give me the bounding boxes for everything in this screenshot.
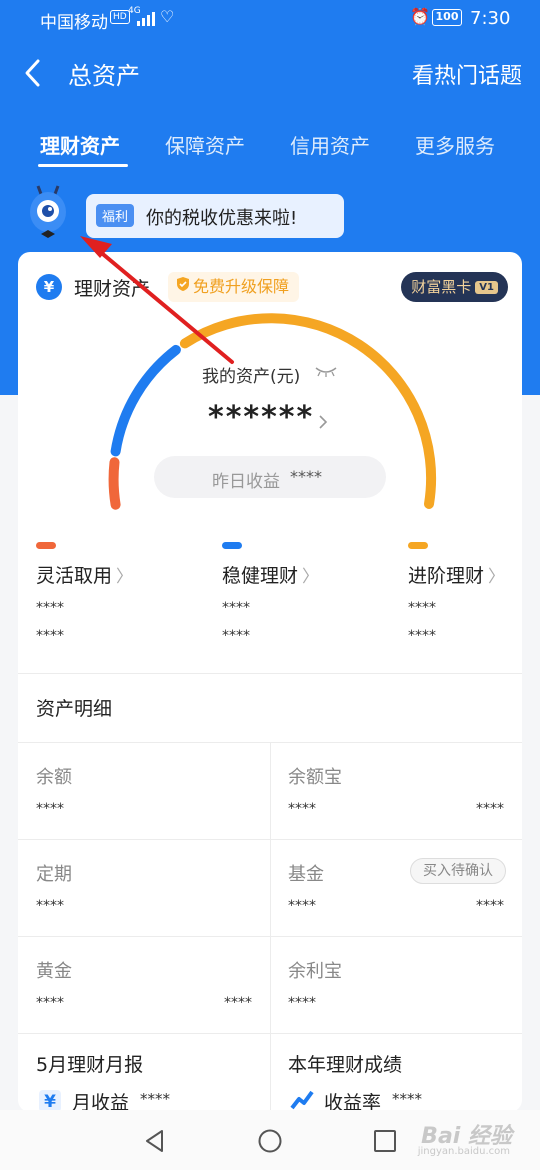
alarm-icon: ⏰: [410, 7, 430, 26]
navigation-bar: 总资产 看热门话题: [0, 36, 540, 110]
active-tab-indicator: [38, 164, 128, 167]
battery-icon: 100: [432, 9, 462, 26]
hd-badge: HD: [110, 10, 130, 24]
detail-label: 余利宝: [288, 961, 342, 982]
detail-label: 余额宝: [288, 767, 342, 788]
my-assets-label: 我的资产(元): [202, 367, 301, 387]
detail-value-secondary: ****: [224, 995, 252, 1011]
detail-value: ****: [36, 801, 64, 817]
back-triangle-icon[interactable]: [142, 1128, 168, 1154]
tab-credit-assets[interactable]: 信用资产: [290, 130, 370, 159]
category-color-bar: [408, 542, 428, 549]
detail-value-secondary: ****: [476, 898, 504, 914]
chevron-right-icon[interactable]: [318, 414, 328, 430]
detail-value: ****: [36, 995, 64, 1011]
report-value: ****: [140, 1090, 170, 1108]
tab-more-services[interactable]: 更多服务: [415, 130, 495, 159]
yen-report-icon: ¥: [39, 1090, 61, 1112]
category-value: ****: [222, 600, 250, 616]
mascot-icon[interactable]: [24, 184, 72, 240]
category-value: ****: [408, 600, 436, 616]
asset-details-title: 资产明细: [36, 698, 113, 720]
promo-bubble[interactable]: 福利 你的税收优惠来啦!: [86, 194, 344, 238]
detail-label: 黄金: [36, 961, 72, 982]
promo-text: 你的税收优惠来啦!: [146, 208, 298, 229]
category-name: 灵活取用: [36, 565, 113, 587]
category-value-secondary: ****: [36, 628, 64, 644]
welfare-tag: 福利: [96, 204, 135, 227]
detail-value-secondary: ****: [476, 801, 504, 817]
yesterday-earnings-pill[interactable]: 昨日收益 ****: [154, 456, 386, 498]
total-asset-value[interactable]: ******: [208, 400, 314, 435]
vertical-divider: [270, 743, 271, 1033]
detail-label: 基金: [288, 864, 324, 885]
asset-tabs: 理财资产 保障资产 信用资产 更多服务: [0, 124, 540, 170]
wealth-assets-card: ¥ 理财资产 免费升级保障 财富黑卡 V1 我的资产(元) ****** 昨日收益…: [18, 252, 522, 1112]
detail-value: ****: [288, 995, 316, 1011]
back-icon[interactable]: [22, 58, 46, 88]
chevron-right-icon: 〉: [488, 567, 506, 587]
category-value-secondary: ****: [222, 628, 250, 644]
detail-value: ****: [36, 898, 64, 914]
eye-closed-icon[interactable]: [314, 364, 338, 378]
tab-protection-assets[interactable]: 保障资产: [165, 130, 245, 159]
report-value: ****: [392, 1090, 422, 1108]
category-flexible[interactable]: 灵活取用〉 **** ****: [36, 542, 186, 644]
report-title: 5月理财月报: [36, 1054, 144, 1076]
watermark-url: jingyan.baidu.com: [417, 1146, 510, 1157]
home-circle-icon[interactable]: [257, 1128, 283, 1154]
report-label: 收益率: [324, 1092, 382, 1112]
trend-up-icon: [290, 1090, 314, 1110]
chevron-right-icon: 〉: [302, 567, 320, 587]
detail-label: 余额: [36, 767, 72, 788]
clock-time: 7:30: [470, 8, 511, 29]
signal-icon: [137, 12, 155, 26]
detail-yuebao[interactable]: 余额宝 **** ****: [270, 743, 522, 840]
category-stable[interactable]: 稳健理财〉 **** ****: [222, 542, 372, 644]
heart-icon: ♡: [160, 7, 175, 26]
recents-square-icon[interactable]: [372, 1128, 398, 1154]
category-color-bar: [222, 542, 242, 549]
svg-text:¥: ¥: [44, 1092, 56, 1112]
tab-wealth-assets[interactable]: 理财资产: [40, 130, 120, 159]
detail-balance[interactable]: 余额 ****: [18, 743, 270, 840]
chevron-right-icon: 〉: [116, 567, 134, 587]
category-name: 稳健理财: [222, 565, 299, 587]
monthly-report[interactable]: 5月理财月报 ¥ 月收益 ****: [18, 1036, 270, 1112]
annual-performance[interactable]: 本年理财成绩 收益率 ****: [270, 1036, 522, 1112]
report-label: 月收益: [72, 1092, 130, 1112]
detail-value: ****: [288, 801, 316, 817]
gauge-arc-flexible: [108, 457, 121, 510]
hot-topics-link[interactable]: 看热门话题: [412, 58, 522, 90]
detail-yulibao[interactable]: 余利宝 ****: [270, 937, 522, 1034]
detail-label: 定期: [36, 864, 72, 885]
category-name: 进阶理财: [408, 565, 485, 587]
page-title: 总资产: [68, 62, 140, 90]
category-color-bar: [36, 542, 56, 549]
detail-value: ****: [288, 898, 316, 914]
yesterday-earnings-value: ****: [290, 467, 322, 486]
status-bar: 中国移动 HD 4G ♡ ⏰ 100 7:30: [0, 0, 540, 36]
category-value-secondary: ****: [408, 628, 436, 644]
yesterday-earnings-label: 昨日收益: [212, 472, 280, 492]
divider: [18, 673, 522, 674]
gauge-arc-stable: [110, 344, 181, 457]
detail-fund[interactable]: 基金 买入待确认 **** ****: [270, 840, 522, 937]
category-value: ****: [36, 600, 64, 616]
detail-gold[interactable]: 黄金 **** ****: [18, 937, 270, 1034]
detail-fixed-term[interactable]: 定期 ****: [18, 840, 270, 937]
carrier-name: 中国移动: [40, 13, 108, 33]
category-advanced[interactable]: 进阶理财〉 **** ****: [408, 542, 522, 644]
report-title: 本年理财成绩: [288, 1054, 403, 1076]
pending-purchase-badge[interactable]: 买入待确认: [410, 858, 506, 884]
